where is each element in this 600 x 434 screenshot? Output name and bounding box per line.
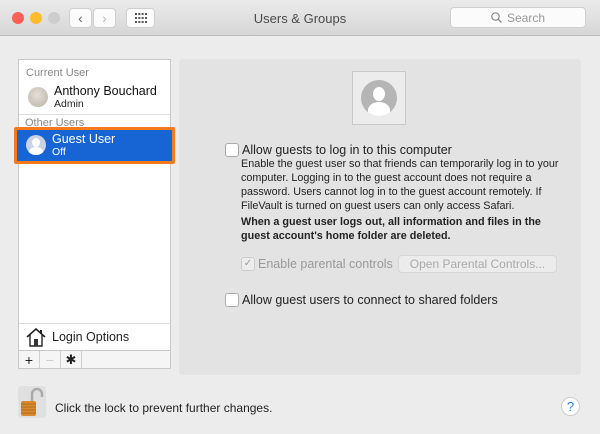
current-user-header: Current User [26,67,89,79]
search-field[interactable]: Search [450,7,586,28]
user-name: Guest User [52,132,116,146]
title-bar: ‹ › Users & Groups Search [0,0,600,36]
avatar [28,87,48,107]
help-button[interactable]: ? [561,397,580,416]
remove-user-button[interactable]: − [40,351,61,368]
search-placeholder: Search [506,10,546,25]
user-row-guest[interactable]: Guest User Off [14,127,175,164]
list-toolbar: + − ✱ [19,350,170,368]
shared-folders-label: Allow guest users to connect to shared f… [242,293,498,307]
allow-guests-label: Allow guests to log in to this computer [242,143,452,157]
shared-folders-checkbox[interactable] [225,293,239,307]
login-options-item[interactable]: Login Options [19,323,170,350]
user-list: Current User Anthony Bouchard Admin Othe… [14,59,175,369]
guest-description: Enable the guest user so that friends ca… [241,158,559,212]
open-parental-controls-button[interactable]: Open Parental Controls... [398,255,557,273]
guest-avatar-icon [26,135,46,155]
unlocked-padlock-icon [21,387,44,416]
lock-message: Click the lock to prevent further change… [55,401,273,415]
guest-settings-panel: Allow guests to log in to this computer … [179,59,581,375]
search-icon [491,12,502,23]
divider [19,114,170,115]
user-role: Admin [54,98,84,110]
allow-guests-checkbox[interactable] [225,143,239,157]
user-silhouette-icon [361,80,397,116]
action-menu-button[interactable]: ✱ [61,351,82,368]
parental-controls-checkbox[interactable]: ✓ [241,257,255,271]
user-name: Anthony Bouchard [54,84,157,98]
gear-icon: ✱ [65,351,77,367]
login-options-label: Login Options [52,330,130,344]
lock-button[interactable] [18,386,46,418]
user-status: Off [52,146,66,158]
add-user-button[interactable]: + [19,351,40,368]
user-row-anthony[interactable]: Anthony Bouchard Admin [19,81,170,111]
guest-warning: When a guest user logs out, all informat… [241,216,541,242]
parental-controls-label: Enable parental controls [258,257,393,271]
house-icon [26,327,46,347]
guest-picture [352,71,406,125]
